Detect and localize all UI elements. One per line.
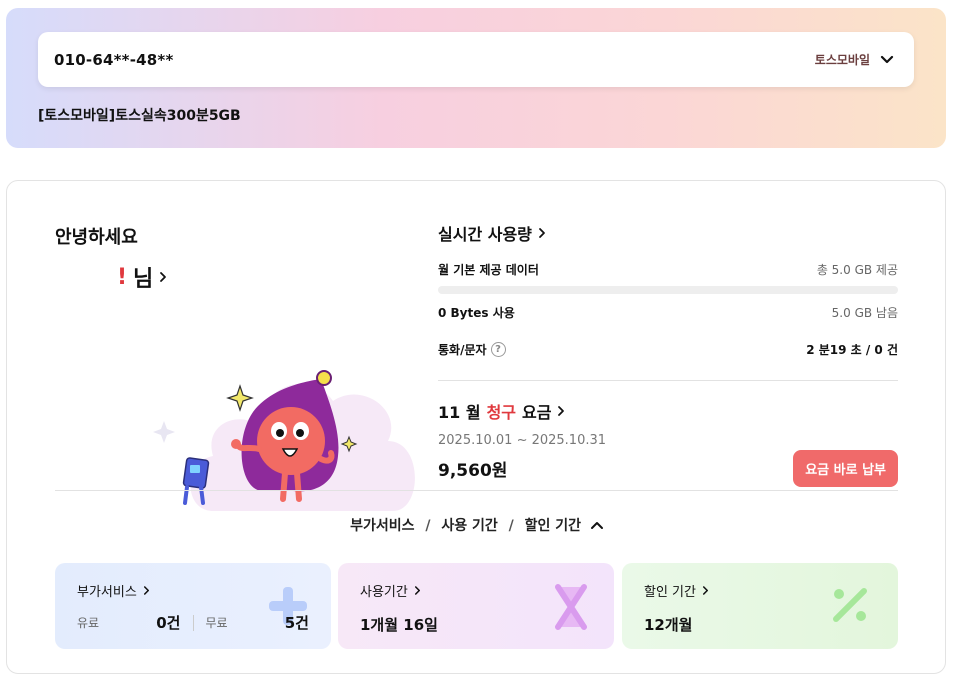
toggle-item-addon: 부가서비스: [350, 518, 415, 534]
addon-card[interactable]: 부가서비스 유료 0건 무료 5건: [55, 563, 331, 649]
data-total: 총 5.0 GB 제공: [816, 263, 898, 277]
free-label: 무료: [205, 616, 228, 630]
bill-highlight: 청구: [486, 403, 517, 422]
chevron-down-icon: [880, 55, 894, 63]
carrier-name: 토스모바일: [814, 53, 870, 67]
toggle-separator: /: [508, 518, 514, 534]
paid-label: 유료: [77, 616, 100, 630]
data-label: 월 기본 제공 데이터: [438, 263, 539, 277]
discount-period-card[interactable]: 할인 기간 12개월: [622, 563, 898, 649]
pay-now-button[interactable]: 요금 바로 납부: [793, 450, 898, 487]
call-value: 2 분19 초 / 0 건: [806, 343, 898, 357]
bill-link[interactable]: 11 월 청구 요금: [438, 399, 898, 423]
bill-amount: 9,560원: [438, 461, 508, 481]
call-label-wrap: 통화/문자 ?: [438, 341, 506, 358]
data-remaining: 5.0 GB 남음: [831, 306, 898, 320]
toggle-item-discount-period: 할인 기간: [524, 518, 582, 534]
realtime-usage-link[interactable]: 실시간 사용량: [438, 221, 898, 245]
greeting-text: 안녕하세요: [55, 227, 138, 248]
bill-suffix: 요금: [522, 403, 552, 422]
bill-amount-row: 9,560원 요금 바로 납부: [438, 450, 898, 487]
user-name-link[interactable]: ! 님: [117, 261, 167, 293]
phone-number: 010-64**-48**: [54, 50, 174, 69]
usage-period-title: 사용기간: [360, 585, 408, 600]
data-used: 0 Bytes 사용: [438, 306, 515, 320]
chevron-right-icon: [414, 586, 420, 595]
discount-period-title: 할인 기간: [644, 585, 696, 600]
hourglass-icon: [555, 584, 587, 630]
plan-name: [토스모바일]토스실속300분5GB: [38, 108, 241, 124]
usage-period-card[interactable]: 사용기간 1개월 16일: [338, 563, 614, 649]
name-suffix: 님: [133, 267, 154, 292]
chevron-right-icon: [143, 586, 149, 595]
usage-panel: 실시간 사용량 월 기본 제공 데이터 총 5.0 GB 제공 0 Bytes …: [438, 221, 898, 487]
chevron-right-icon: [160, 272, 167, 282]
percent-icon: [833, 588, 867, 622]
bill-month: 11 월: [438, 403, 481, 422]
data-usage-bar: [438, 286, 898, 294]
phone-number-selector[interactable]: 010-64**-48** 토스모바일: [38, 32, 914, 87]
chevron-right-icon: [702, 586, 709, 595]
section-divider: [438, 380, 898, 381]
paid-value: 0건: [156, 614, 181, 632]
toggle-item-usage-period: 사용 기간: [441, 518, 498, 534]
count-separator: [192, 614, 194, 631]
data-header-row: 월 기본 제공 데이터 총 5.0 GB 제공: [438, 261, 898, 278]
usage-main-card: 안녕하세요 ! 님 실시간 사용량 월 기본 제공 데이터 총 5.0 GB 제…: [6, 180, 946, 674]
bill-period: 2025.10.01 ~ 2025.10.31: [438, 433, 607, 448]
mascot-illustration: [153, 370, 415, 511]
line-summary-card: 010-64**-48** 토스모바일 [토스모바일]토스실속300분5GB: [6, 8, 946, 148]
free-value: 5건: [284, 614, 309, 632]
bottom-divider: [55, 490, 898, 491]
chevron-up-icon: [590, 522, 603, 529]
name-mark: !: [117, 264, 128, 290]
data-status-row: 0 Bytes 사용 5.0 GB 남음: [438, 304, 898, 321]
call-label: 통화/문자: [438, 343, 487, 357]
chevron-right-icon: [558, 406, 565, 416]
details-toggle[interactable]: 부가서비스 / 사용 기간 / 할인 기간: [7, 515, 947, 535]
call-row: 통화/문자 ? 2 분19 초 / 0 건: [438, 341, 898, 358]
realtime-usage-title: 실시간 사용량: [438, 225, 532, 244]
toggle-separator: /: [425, 518, 431, 534]
help-icon[interactable]: ?: [490, 342, 506, 357]
chevron-right-icon: [538, 228, 545, 238]
selector-right: 토스모바일: [815, 51, 894, 68]
addon-card-title: 부가서비스: [77, 585, 137, 600]
